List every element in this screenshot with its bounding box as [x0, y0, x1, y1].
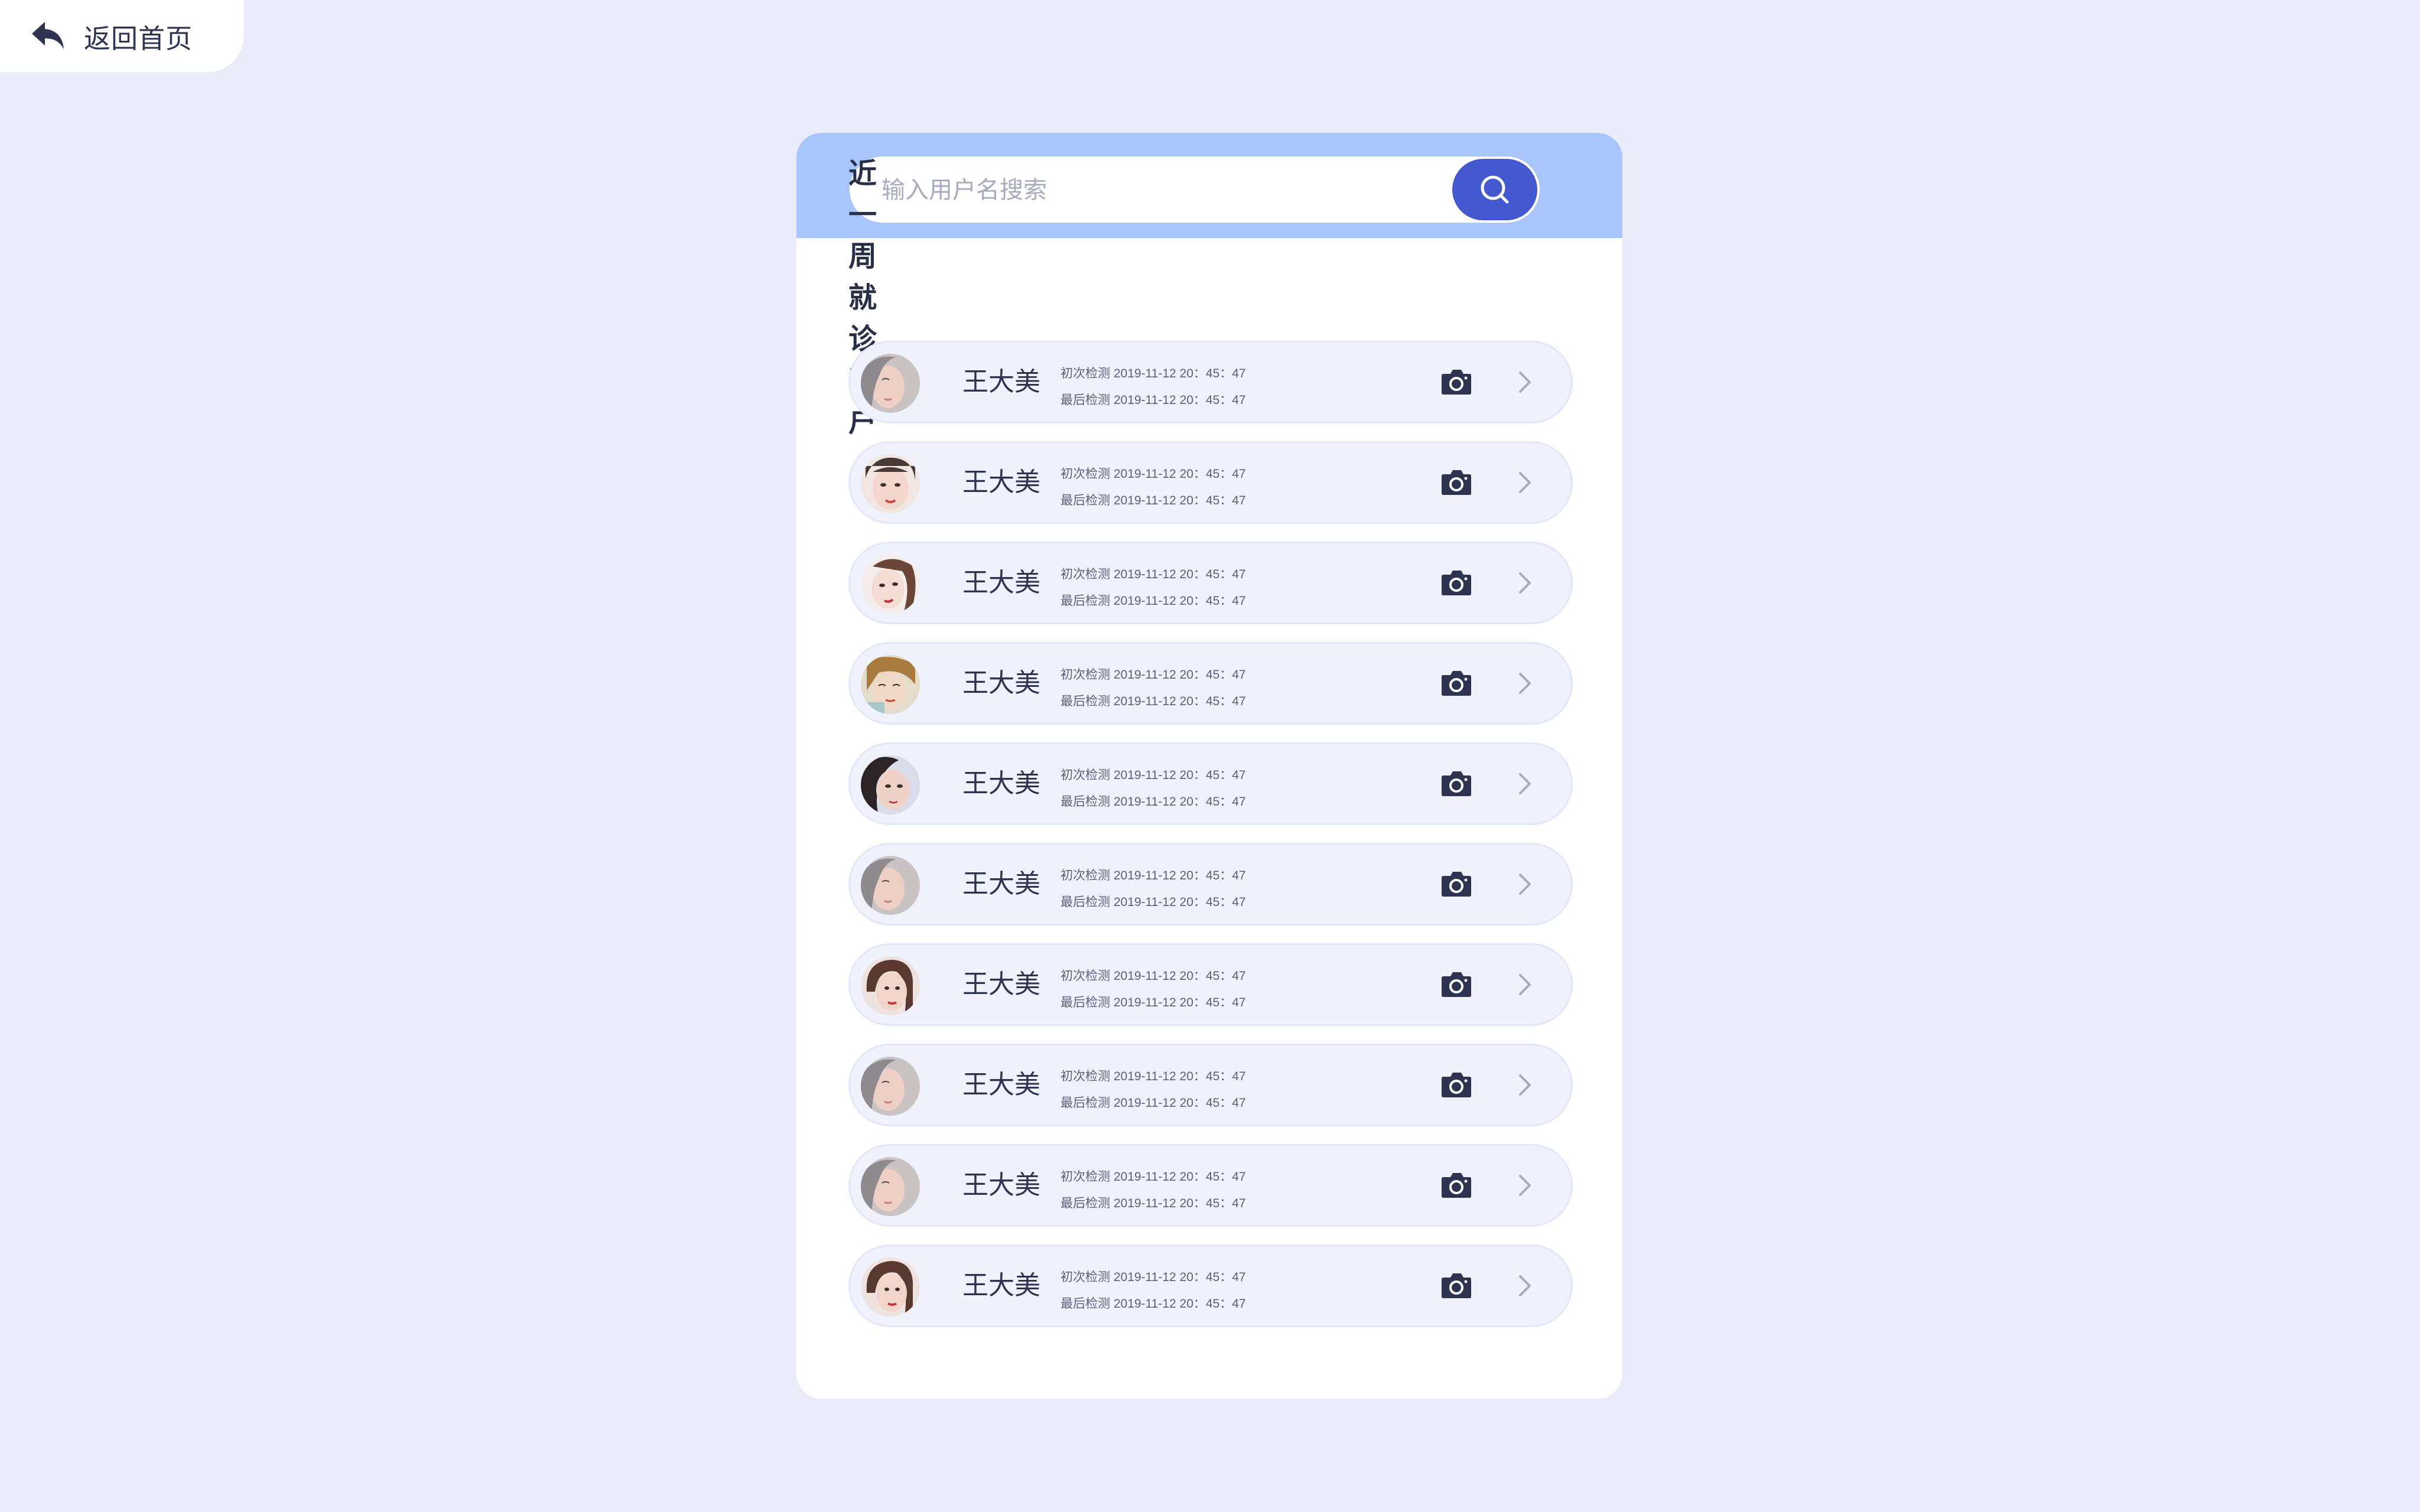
- avatar: [861, 655, 920, 714]
- check-dates: 初次检测 2019-11-12 20：45：47 最后检测 2019-11-12 …: [1061, 963, 1246, 1016]
- avatar: [861, 354, 920, 413]
- chevron-right-icon[interactable]: [1518, 1174, 1532, 1197]
- customer-name: 王大美: [962, 970, 1040, 999]
- customer-name: 王大美: [962, 468, 1040, 497]
- last-check-date: 最后检测 2019-11-12 20：45：47: [1061, 695, 1246, 708]
- chevron-right-icon[interactable]: [1518, 1073, 1532, 1097]
- avatar: [861, 1057, 920, 1116]
- search-input[interactable]: [880, 168, 1414, 212]
- check-dates: 初次检测 2019-11-12 20：45：47 最后检测 2019-11-12 …: [1061, 360, 1246, 413]
- customer-row[interactable]: 王大美 初次检测 2019-11-12 20：45：47 最后检测 2019-11-…: [848, 642, 1573, 725]
- customer-name: 王大美: [962, 1171, 1040, 1200]
- customer-row[interactable]: 王大美 初次检测 2019-11-12 20：45：47 最后检测 2019-11-…: [848, 542, 1573, 624]
- last-check-date: 最后检测 2019-11-12 20：45：47: [1061, 996, 1246, 1009]
- search-icon: [1481, 175, 1509, 204]
- first-check-date: 初次检测 2019-11-12 20：45：47: [1061, 467, 1246, 481]
- camera-icon[interactable]: [1441, 368, 1472, 395]
- camera-icon[interactable]: [1441, 468, 1472, 496]
- search-header: [796, 133, 1622, 238]
- last-check-date: 最后检测 2019-11-12 20：45：47: [1061, 494, 1246, 507]
- back-home-button[interactable]: 返回首页: [0, 0, 243, 72]
- customer-name: 王大美: [962, 568, 1040, 597]
- last-check-date: 最后检测 2019-11-12 20：45：47: [1061, 1096, 1246, 1110]
- customer-row[interactable]: 王大美 初次检测 2019-11-12 20：45：47 最后检测 2019-11-…: [848, 843, 1573, 926]
- customer-row[interactable]: 王大美 初次检测 2019-11-12 20：45：47 最后检测 2019-11-…: [848, 1144, 1573, 1227]
- chevron-right-icon[interactable]: [1518, 1274, 1532, 1298]
- last-check-date: 最后检测 2019-11-12 20：45：47: [1061, 795, 1246, 809]
- customer-name: 王大美: [962, 1271, 1040, 1300]
- camera-icon[interactable]: [1441, 1171, 1472, 1198]
- first-check-date: 初次检测 2019-11-12 20：45：47: [1061, 1070, 1246, 1083]
- camera-icon[interactable]: [1441, 1071, 1472, 1098]
- camera-icon[interactable]: [1441, 770, 1472, 797]
- first-check-date: 初次检测 2019-11-12 20：45：47: [1061, 869, 1246, 882]
- camera-icon[interactable]: [1441, 870, 1472, 897]
- first-check-date: 初次检测 2019-11-12 20：45：47: [1061, 668, 1246, 682]
- last-check-date: 最后检测 2019-11-12 20：45：47: [1061, 393, 1246, 407]
- avatar: [861, 555, 920, 614]
- chevron-right-icon[interactable]: [1518, 672, 1532, 695]
- customer-name: 王大美: [962, 769, 1040, 798]
- avatar: [861, 755, 920, 814]
- camera-icon[interactable]: [1441, 569, 1472, 596]
- customer-name: 王大美: [962, 1070, 1040, 1099]
- check-dates: 初次检测 2019-11-12 20：45：47 最后检测 2019-11-12 …: [1061, 762, 1246, 815]
- chevron-right-icon[interactable]: [1518, 973, 1532, 996]
- customer-panel: 近一周就诊客户 王大美初次检测 2019-11-12 20：45：47最后检测 …: [796, 133, 1622, 1399]
- search-button[interactable]: [1452, 159, 1537, 220]
- first-check-date: 初次检测 2019-11-12 20：45：47: [1061, 367, 1246, 380]
- camera-icon[interactable]: [1441, 1272, 1472, 1299]
- back-home-label: 返回首页: [84, 23, 193, 54]
- last-check-date: 最后检测 2019-11-12 20：45：47: [1061, 1297, 1246, 1311]
- customer-row[interactable]: 王大美 初次检测 2019-11-12 20：45：47 最后检测 2019-11-…: [848, 943, 1573, 1026]
- avatar: [861, 1257, 920, 1317]
- chevron-right-icon[interactable]: [1518, 471, 1532, 494]
- camera-icon[interactable]: [1441, 970, 1472, 998]
- avatar: [861, 856, 920, 915]
- chevron-right-icon[interactable]: [1518, 571, 1532, 595]
- customer-row[interactable]: 王大美 初次检测 2019-11-12 20：45：47 最后检测 2019-11-…: [848, 742, 1573, 825]
- chevron-right-icon[interactable]: [1518, 772, 1532, 796]
- last-check-date: 最后检测 2019-11-12 20：45：47: [1061, 594, 1246, 608]
- reply-arrow-icon: [31, 21, 65, 51]
- customer-name: 王大美: [962, 669, 1040, 698]
- customer-row[interactable]: 王大美 初次检测 2019-11-12 20：45：47 最后检测 2019-11-…: [848, 441, 1573, 524]
- check-dates: 初次检测 2019-11-12 20：45：47 最后检测 2019-11-12 …: [1061, 662, 1246, 715]
- first-check-date: 初次检测 2019-11-12 20：45：47: [1061, 1170, 1246, 1184]
- check-dates: 初次检测 2019-11-12 20：45：47 最后检测 2019-11-12 …: [1061, 1164, 1246, 1217]
- last-check-date: 最后检测 2019-11-12 20：45：47: [1061, 1197, 1246, 1210]
- camera-icon[interactable]: [1441, 669, 1472, 696]
- check-dates: 初次检测 2019-11-12 20：45：47 最后检测 2019-11-12 …: [1061, 461, 1246, 514]
- search-bar: [850, 157, 1540, 223]
- first-check-date: 初次检测 2019-11-12 20：45：47: [1061, 969, 1246, 983]
- customer-row[interactable]: 王大美 初次检测 2019-11-12 20：45：47 最后检测 2019-11-…: [848, 1044, 1573, 1126]
- avatar: [861, 1157, 920, 1216]
- first-check-date: 初次检测 2019-11-12 20：45：47: [1061, 768, 1246, 782]
- last-check-date: 最后检测 2019-11-12 20：45：47: [1061, 895, 1246, 909]
- check-dates: 初次检测 2019-11-12 20：45：47 最后检测 2019-11-12 …: [1061, 561, 1246, 614]
- check-dates: 初次检测 2019-11-12 20：45：47 最后检测 2019-11-12 …: [1061, 1264, 1246, 1317]
- chevron-right-icon[interactable]: [1518, 370, 1532, 394]
- customer-row[interactable]: 王大美 初次检测 2019-11-12 20：45：47 最后检测 2019-11-…: [848, 341, 1573, 423]
- chevron-right-icon[interactable]: [1518, 872, 1532, 896]
- check-dates: 初次检测 2019-11-12 20：45：47 最后检测 2019-11-12 …: [1061, 1063, 1246, 1116]
- customer-name: 王大美: [962, 367, 1040, 396]
- avatar: [861, 454, 920, 513]
- check-dates: 初次检测 2019-11-12 20：45：47 最后检测 2019-11-12 …: [1061, 862, 1246, 915]
- first-check-date: 初次检测 2019-11-12 20：45：47: [1061, 568, 1246, 581]
- customer-name: 王大美: [962, 869, 1040, 898]
- customer-row[interactable]: 王大美 初次检测 2019-11-12 20：45：47 最后检测 2019-11-…: [848, 1244, 1573, 1327]
- avatar: [861, 956, 920, 1015]
- first-check-date: 初次检测 2019-11-12 20：45：47: [1061, 1270, 1246, 1284]
